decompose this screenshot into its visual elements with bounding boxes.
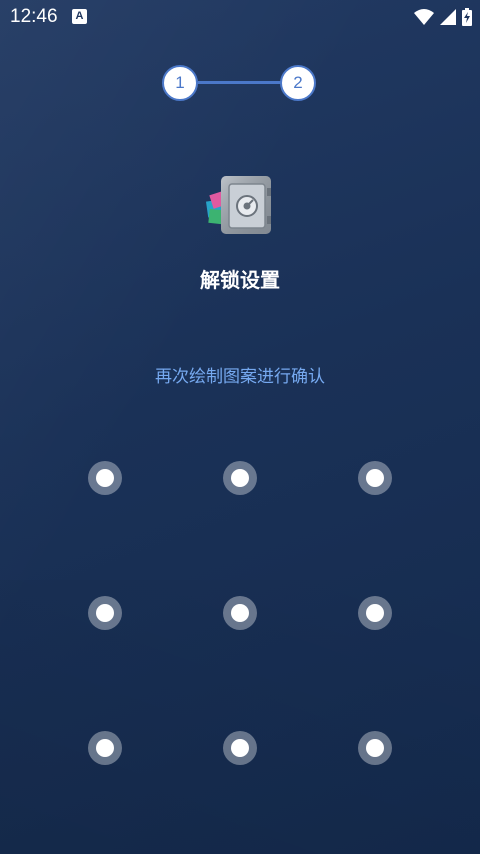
pattern-dot-3[interactable]: [358, 461, 392, 495]
pattern-dot-4[interactable]: [88, 596, 122, 630]
pattern-dot-5[interactable]: [223, 596, 257, 630]
pattern-dot-1[interactable]: [88, 461, 122, 495]
pattern-lock-grid[interactable]: [0, 0, 480, 854]
pattern-dot-8[interactable]: [223, 731, 257, 765]
pattern-dot-2[interactable]: [223, 461, 257, 495]
pattern-dot-7[interactable]: [88, 731, 122, 765]
pattern-dot-6[interactable]: [358, 596, 392, 630]
pattern-dot-9[interactable]: [358, 731, 392, 765]
